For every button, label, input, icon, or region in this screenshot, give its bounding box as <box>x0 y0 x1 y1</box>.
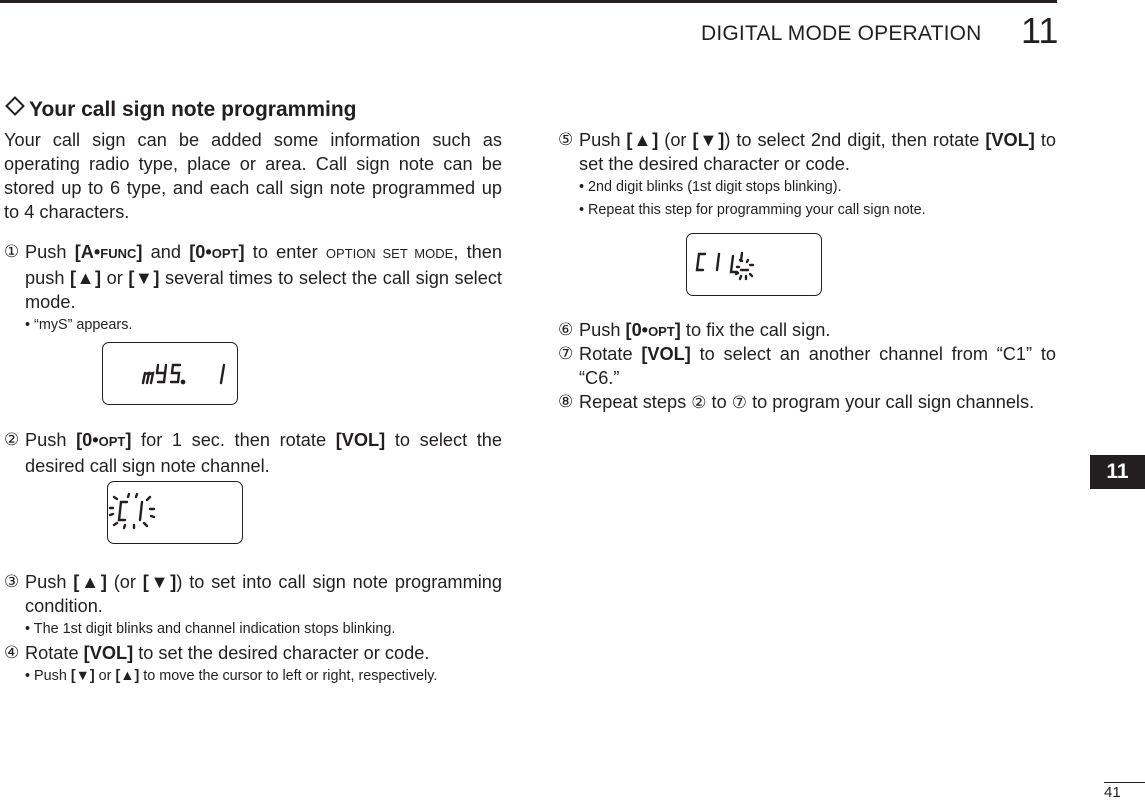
chapter-side-tab: 11 <box>1090 455 1145 489</box>
step-marker: ③ <box>4 572 20 592</box>
step-2: ② Push [0•OPT] for 1 sec. then rotate [V… <box>4 428 502 478</box>
step-text: Push [0•OPT] to fix the call sign. <box>579 320 831 340</box>
step-text: Push [0•OPT] for 1 sec. then rotate [VOL… <box>25 430 503 476</box>
step-7: ⑦ Rotate [VOL] to select an another chan… <box>558 342 1056 390</box>
step-text: Rotate [VOL] to select an another channe… <box>579 344 1056 388</box>
step-marker: ⑦ <box>558 344 574 364</box>
step-marker: ⑧ <box>558 392 574 412</box>
lcd-segments-c1 <box>108 492 156 530</box>
step-5: ⑤ Push [▲] (or [▼]) to select 2nd digit,… <box>558 128 1056 222</box>
step-text: Push [A•FUNC] and [0•OPT] to enter OPTIO… <box>25 242 502 312</box>
step-note: • The 1st digit blinks and channel indic… <box>25 621 396 637</box>
step-8: ⑧ Repeat steps ② to ⑦ to program your ca… <box>558 390 1056 415</box>
lcd-display-mys <box>102 342 238 405</box>
step-3: ③ Push [▲] (or [▼]) to set into call sig… <box>4 570 502 641</box>
lcd-segments-c1l <box>695 251 755 281</box>
step-text: Rotate [VOL] to set the desired characte… <box>25 643 430 663</box>
header-rule <box>0 0 1057 3</box>
step-marker: ① <box>4 242 20 262</box>
step-text: Repeat steps ② to ⑦ to program your call… <box>579 392 1035 413</box>
step-text: Push [▲] (or [▼]) to select 2nd digit, t… <box>579 130 1056 174</box>
lcd-display-c1-blinking <box>107 481 243 544</box>
step-note: • 2nd digit blinks (1st digit stops blin… <box>579 179 842 195</box>
page-number: 41 <box>1104 784 1121 801</box>
section-title-text: Your call sign note programming <box>29 98 357 121</box>
step-marker: ④ <box>4 643 20 663</box>
step-note: • Push [▼] or [▲] to move the cursor to … <box>25 668 438 684</box>
lcd-segments-mys <box>141 363 226 385</box>
intro-paragraph: Your call sign can be added some informa… <box>4 130 502 222</box>
step-marker: ⑤ <box>558 130 574 150</box>
page-number-rule <box>1104 782 1145 783</box>
diamond-icon <box>5 96 25 116</box>
step-note: • Repeat this step for programming your … <box>579 202 926 218</box>
step-text: Push [▲] (or [▼]) to set into call sign … <box>25 572 502 616</box>
chapter-number: 11 <box>1021 10 1059 51</box>
lcd-display-c1-l-blinking <box>686 233 822 296</box>
step-note: • “myS” appears. <box>25 317 133 333</box>
chapter-title: DIGITAL MODE OPERATION <box>701 22 982 45</box>
step-marker: ⑥ <box>558 320 574 340</box>
step-marker: ② <box>4 430 20 450</box>
step-1: ① Push [A•FUNC] and [0•OPT] to enter OPT… <box>4 240 502 337</box>
step-6: ⑥ Push [0•OPT] to fix the call sign. <box>558 318 1056 344</box>
step-4: ④ Rotate [VOL] to set the desired charac… <box>4 641 502 688</box>
section-heading: Your call sign note programming <box>4 96 357 122</box>
